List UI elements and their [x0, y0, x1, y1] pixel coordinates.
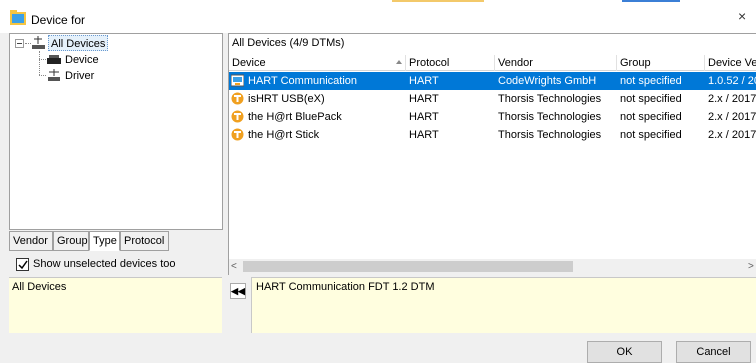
- folder-icon: [10, 10, 26, 25]
- horizontal-scrollbar[interactable]: < >: [229, 259, 756, 275]
- dtm-description: HART Communication FDT 1.2 DTM: [256, 281, 435, 293]
- cell-device: the H@rt BluePack: [229, 108, 406, 126]
- right-info-panel: HART Communication FDT 1.2 DTM: [251, 277, 756, 333]
- column-header-label: Protocol: [409, 57, 450, 69]
- close-icon[interactable]: ×: [738, 9, 752, 23]
- tree-item-all-devices[interactable]: All Devices: [48, 35, 109, 51]
- left-info-panel: All Devices: [9, 277, 222, 333]
- cell-protocol: HART: [409, 111, 439, 123]
- title-accent: [622, 0, 680, 2]
- column-header-vendor[interactable]: Vendor: [495, 55, 617, 71]
- table-row[interactable]: the H@rt Stick HART Thorsis Technologies…: [229, 126, 756, 144]
- scroll-right-arrow-icon[interactable]: >: [748, 261, 754, 273]
- column-header-label: Device: [232, 57, 266, 69]
- cell-vendor: Thorsis Technologies: [498, 93, 602, 105]
- cell-protocol: HART: [409, 93, 439, 105]
- table-row[interactable]: HART Communication HART CodeWrights GmbH…: [229, 72, 756, 90]
- table-row[interactable]: the H@rt BluePack HART Thorsis Technolog…: [229, 108, 756, 126]
- column-header-group[interactable]: Group: [617, 55, 705, 71]
- cell-device-version: 2.x / 2017: [708, 111, 756, 123]
- cancel-button[interactable]: Cancel: [676, 341, 751, 363]
- left-info-text: All Devices: [12, 281, 67, 293]
- checkmark-icon: [18, 260, 28, 270]
- column-header-protocol[interactable]: Protocol: [406, 55, 495, 71]
- scrollbar-thumb[interactable]: [243, 261, 573, 272]
- thorsis-dtm-icon: [231, 92, 244, 105]
- cell-device: isHRT USB(eX): [229, 90, 406, 108]
- cell-text: the H@rt BluePack: [248, 111, 342, 123]
- column-header-device-version[interactable]: Device Ver: [705, 55, 756, 71]
- tree-item-label: Driver: [65, 70, 95, 82]
- tab-group[interactable]: Group: [53, 231, 89, 251]
- tab-type[interactable]: Type: [89, 231, 120, 251]
- column-header-label: Device Ver: [708, 57, 756, 69]
- cell-group: not specified: [620, 75, 682, 87]
- cell-device-version: 2.x / 2017: [708, 129, 756, 141]
- tab-protocol[interactable]: Protocol: [120, 231, 169, 251]
- device-grid[interactable]: Device Protocol Vendor Group Device Ver …: [229, 55, 756, 255]
- sort-ascending-icon: [396, 60, 402, 64]
- cell-device: the H@rt Stick: [229, 126, 406, 144]
- grid-header: Device Protocol Vendor Group Device Ver: [229, 55, 756, 71]
- cell-device: HART Communication: [229, 72, 406, 90]
- title-accent: [392, 0, 484, 2]
- device-icon: [47, 55, 61, 64]
- tree-item-label: Device: [65, 54, 99, 66]
- column-header-label: Group: [620, 57, 651, 69]
- hart-communication-icon: [231, 74, 244, 87]
- cell-text: isHRT USB(eX): [248, 93, 325, 105]
- window-title: Device for: [31, 13, 86, 27]
- show-unselected-checkbox[interactable]: [16, 258, 29, 271]
- cell-group: not specified: [620, 111, 682, 123]
- cell-vendor: Thorsis Technologies: [498, 129, 602, 141]
- cell-text: the H@rt Stick: [248, 129, 320, 141]
- collapse-icon[interactable]: [15, 39, 24, 48]
- tab-vendor[interactable]: Vendor: [9, 231, 53, 251]
- driver-icon: [48, 69, 60, 81]
- group-header: All Devices (4/9 DTMs): [232, 37, 345, 49]
- cell-text: HART Communication: [248, 75, 358, 87]
- collapse-info-button[interactable]: ◀◀: [230, 283, 246, 299]
- cell-group: not specified: [620, 129, 682, 141]
- cell-vendor: CodeWrights GmbH: [498, 75, 597, 87]
- cell-vendor: Thorsis Technologies: [498, 111, 602, 123]
- scroll-left-arrow-icon[interactable]: <: [231, 261, 241, 273]
- cell-protocol: HART: [409, 75, 439, 87]
- cell-device-version: 1.0.52 / 20: [708, 75, 756, 87]
- tree-item-driver[interactable]: Driver: [65, 68, 94, 84]
- tree-item-label: All Devices: [51, 38, 106, 50]
- table-row[interactable]: isHRT USB(eX) HART Thorsis Technologies …: [229, 90, 756, 108]
- thorsis-dtm-icon: [231, 110, 244, 123]
- device-tree[interactable]: All Devices Device Driver: [9, 33, 223, 230]
- cell-device-version: 2.x / 2017: [708, 93, 756, 105]
- show-unselected-label: Show unselected devices too: [33, 258, 176, 270]
- title-bar: Device for ×: [0, 0, 756, 33]
- column-header-label: Vendor: [498, 57, 533, 69]
- ok-button[interactable]: OK: [587, 341, 662, 363]
- cell-protocol: HART: [409, 129, 439, 141]
- all-devices-icon: [32, 36, 45, 49]
- thorsis-dtm-icon: [231, 128, 244, 141]
- tree-item-device[interactable]: Device: [65, 52, 99, 68]
- column-header-device[interactable]: Device: [229, 55, 406, 71]
- cell-group: not specified: [620, 93, 682, 105]
